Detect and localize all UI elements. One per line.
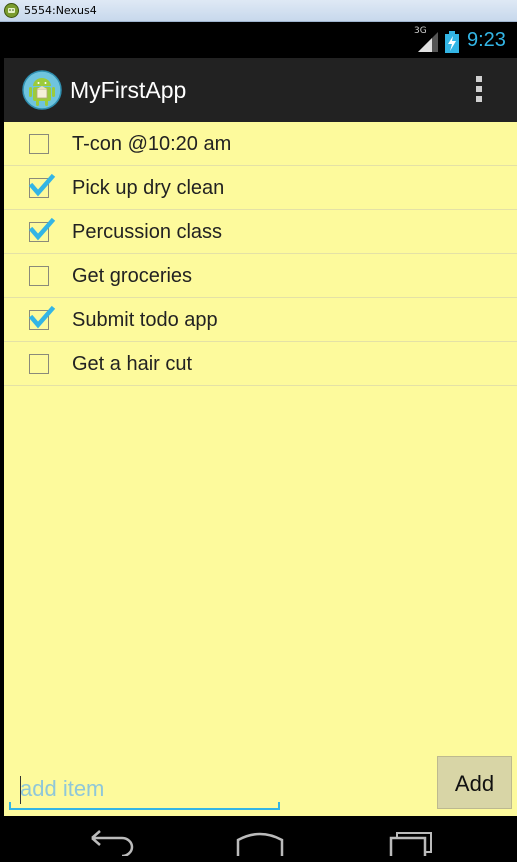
android-robot-icon [4,3,19,18]
device-screen: 3G 9:23 MyFirstApp T-con @10:20 am Pick … [4,22,517,862]
checkmark-icon [28,305,56,329]
status-bar: 3G 9:23 [4,22,517,58]
todo-label: Pick up dry clean [72,177,225,199]
todo-label: T-con @10:20 am [72,133,232,155]
input-underline-corner [278,802,280,810]
recent-apps-icon[interactable] [385,826,439,856]
todo-checkbox[interactable] [29,266,49,286]
emulator-titlebar: 5554:Nexus4 [0,0,517,22]
home-icon[interactable] [232,826,288,856]
todo-label: Submit todo app [72,309,218,331]
status-clock: 9:23 [467,29,506,51]
todo-list-item[interactable]: Percussion class [4,210,517,254]
todo-label: Get a hair cut [72,353,193,375]
todo-checkbox[interactable] [29,354,49,374]
todo-list: T-con @10:20 am Pick up dry clean Percus… [4,122,517,386]
todo-list-item[interactable]: Get a hair cut [4,342,517,386]
navigation-bar [4,816,517,862]
back-icon[interactable] [84,826,138,856]
todo-list-item[interactable]: Submit todo app [4,298,517,342]
action-bar: MyFirstApp [4,58,517,122]
todo-checkbox[interactable] [28,173,56,198]
overflow-menu-icon[interactable] [472,76,486,106]
todo-list-item[interactable]: Get groceries [4,254,517,298]
todo-checkbox[interactable] [28,217,56,242]
app-launcher-icon[interactable] [22,70,62,110]
signal-strength-icon [418,32,438,52]
todo-label: Percussion class [72,221,223,243]
todo-checkbox[interactable] [28,305,56,330]
todo-label: Get groceries [72,265,193,287]
battery-charging-icon [445,31,459,53]
input-underline-corner [9,802,11,810]
checkmark-icon [28,217,56,241]
window-title: 5554:Nexus4 [24,4,97,17]
text-cursor [20,776,21,804]
add-item-input[interactable] [10,770,280,810]
todo-content-area: T-con @10:20 am Pick up dry clean Percus… [4,122,517,816]
add-button[interactable]: Add [437,756,512,809]
todo-checkbox[interactable] [29,134,49,154]
checkmark-icon [28,173,56,197]
todo-list-item[interactable]: T-con @10:20 am [4,122,517,166]
app-title: MyFirstApp [70,77,187,103]
todo-list-item[interactable]: Pick up dry clean [4,166,517,210]
